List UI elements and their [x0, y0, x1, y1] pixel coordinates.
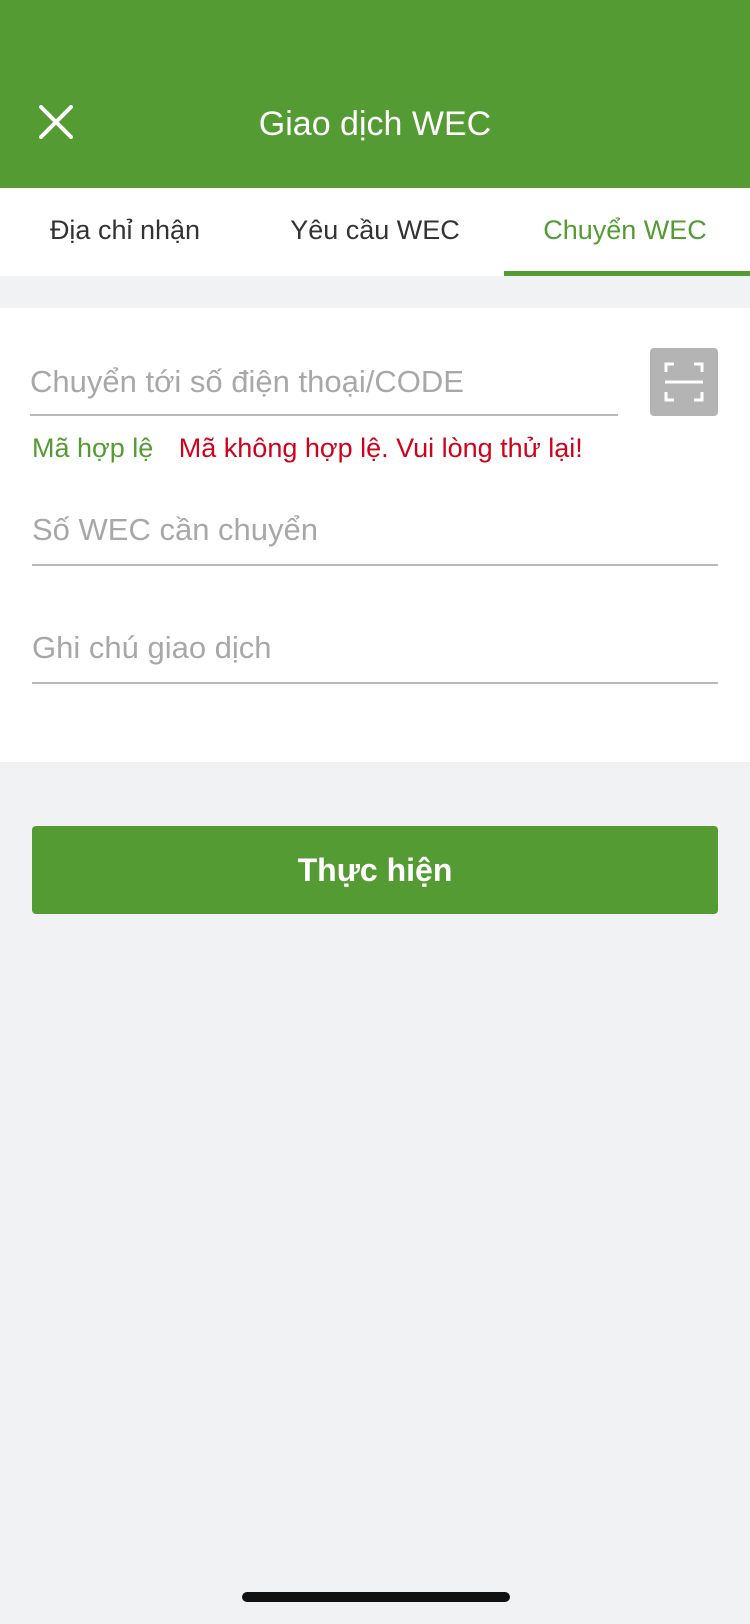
- valid-code-message: Mã hợp lệ: [32, 433, 154, 463]
- home-indicator: [242, 1592, 510, 1602]
- scan-button[interactable]: [650, 348, 718, 416]
- qr-scan-icon: [664, 362, 704, 402]
- tab-receive-address[interactable]: Địa chỉ nhận: [0, 188, 250, 276]
- recipient-field: [30, 350, 618, 416]
- transfer-form: Mã hợp lệ Mã không hợp lệ. Vui lòng thử …: [0, 308, 750, 762]
- page-title: Giao dịch WEC: [258, 105, 492, 143]
- tab-bar: Địa chỉ nhận Yêu cầu WEC Chuyển WEC: [0, 188, 750, 276]
- app-bar: Giao dịch WEC: [0, 0, 750, 188]
- tab-transfer-wec[interactable]: Chuyển WEC: [500, 188, 750, 276]
- tab-request-wec[interactable]: Yêu cầu WEC: [250, 188, 500, 276]
- submit-button[interactable]: Thực hiện: [32, 826, 718, 914]
- screen: Giao dịch WEC Địa chỉ nhận Yêu cầu WEC C…: [0, 0, 750, 1624]
- amount-input[interactable]: [32, 496, 718, 564]
- invalid-code-message: Mã không hợp lệ. Vui lòng thử lại!: [178, 433, 583, 463]
- note-field: [32, 614, 718, 684]
- validation-messages: Mã hợp lệ Mã không hợp lệ. Vui lòng thử …: [32, 428, 583, 468]
- amount-field: [32, 496, 718, 566]
- note-input[interactable]: [32, 614, 718, 682]
- recipient-input[interactable]: [30, 350, 618, 414]
